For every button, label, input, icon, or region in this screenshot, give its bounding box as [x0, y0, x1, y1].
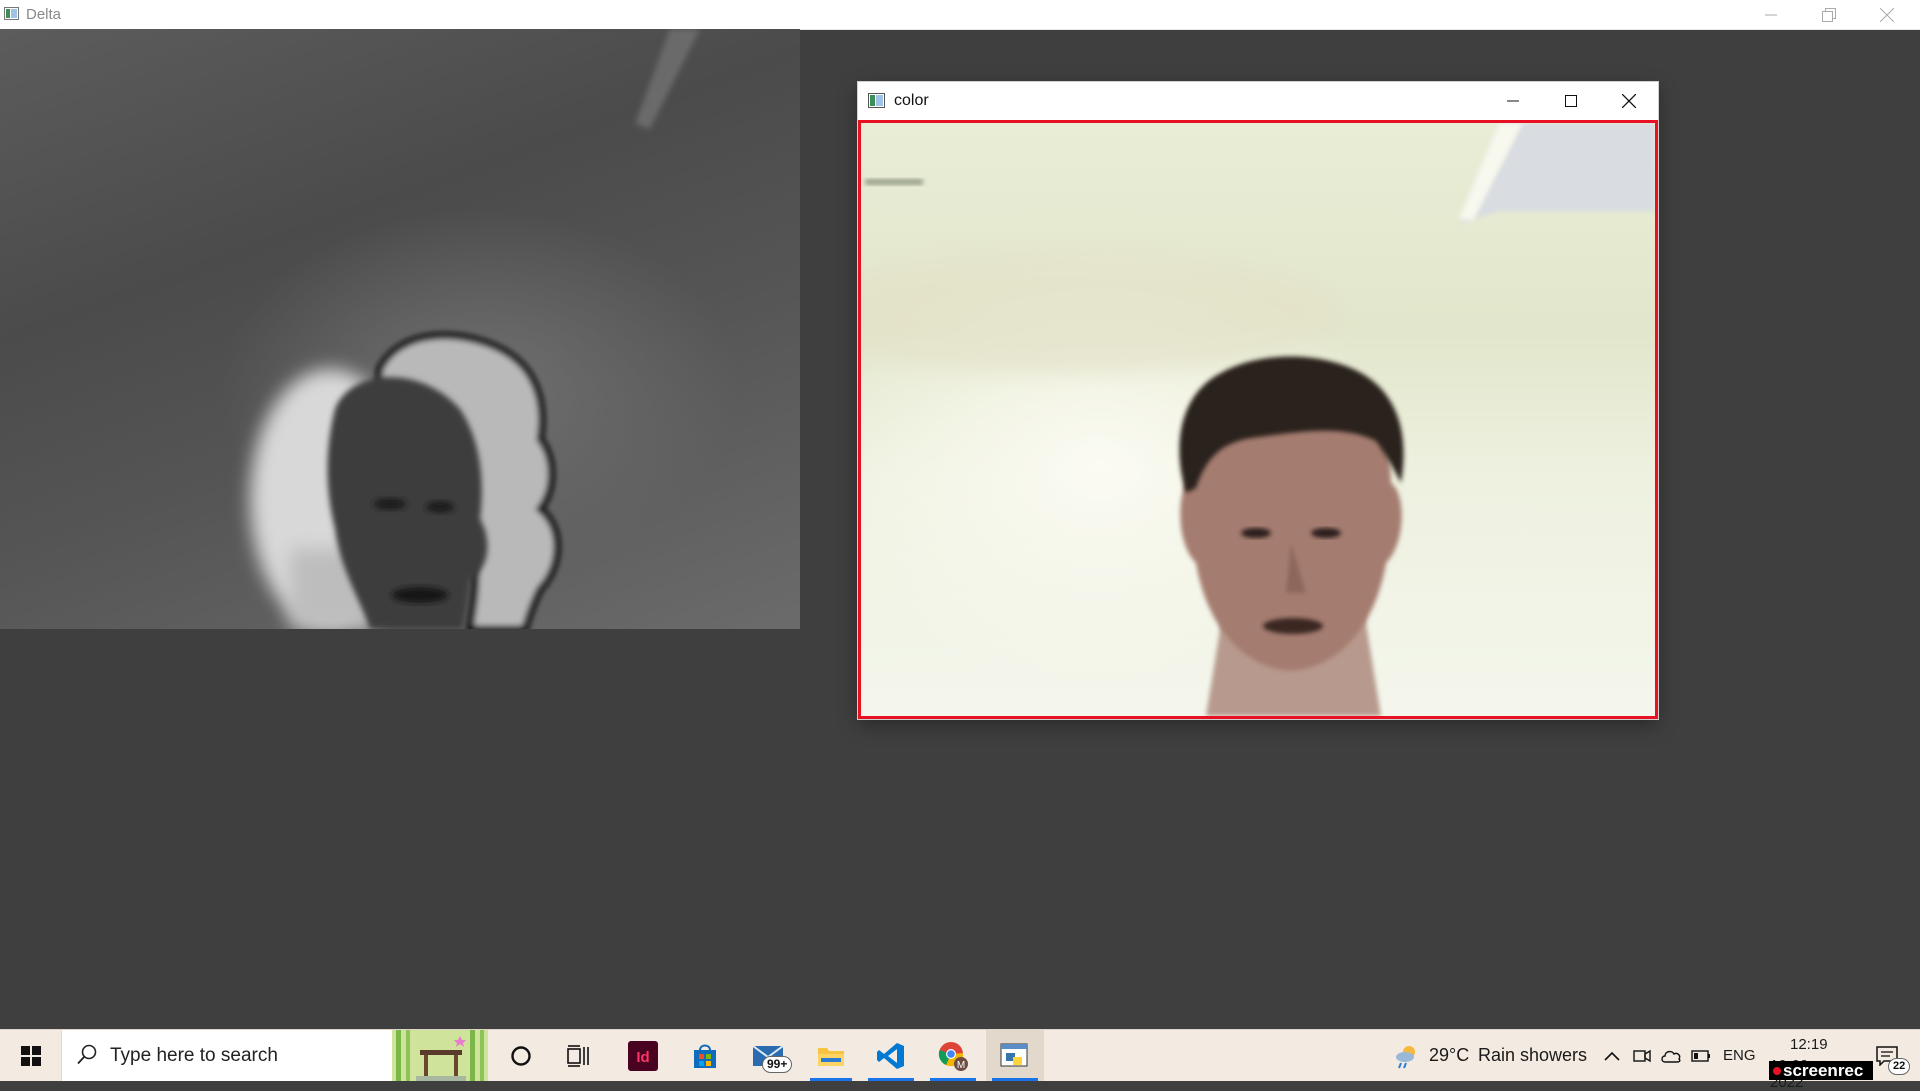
cloud-icon: [1661, 1050, 1681, 1063]
chrome-icon: M: [938, 1041, 968, 1071]
opencv-window-icon: [4, 7, 19, 20]
chevron-up-icon: [1604, 1051, 1620, 1061]
weather-button[interactable]: [1390, 1030, 1424, 1081]
vscode-app-button[interactable]: [862, 1030, 920, 1081]
svg-text:M: M: [957, 1060, 965, 1071]
chrome-app-button[interactable]: M: [924, 1030, 982, 1081]
indesign-app-button[interactable]: Id: [614, 1030, 672, 1081]
search-placeholder: Type here to search: [110, 1045, 278, 1066]
weather-temperature[interactable]: 29°C: [1429, 1045, 1469, 1066]
folder-icon: [818, 1047, 844, 1066]
taskbar-search-box[interactable]: Type here to search: [61, 1030, 488, 1081]
input-language[interactable]: ENG: [1723, 1047, 1756, 1064]
restore-icon: [1822, 7, 1836, 22]
color-camera-feed: [858, 120, 1658, 719]
vscode-icon: [877, 1042, 904, 1069]
screenrec-label: screenrec: [1783, 1061, 1864, 1080]
microsoft-store-button[interactable]: [676, 1030, 734, 1081]
task-view-icon: [567, 1044, 589, 1067]
record-dot-icon: [1773, 1067, 1781, 1075]
weather-rain-icon: [1396, 1045, 1415, 1068]
color-minimize-button[interactable]: [1484, 82, 1542, 120]
camera-icon: [1633, 1049, 1651, 1062]
python-window-icon: [1000, 1043, 1028, 1066]
task-view-button[interactable]: [552, 1030, 606, 1081]
delta-window-title: Delta: [26, 6, 62, 23]
cortana-button[interactable]: [494, 1030, 548, 1081]
minimize-icon: [1765, 14, 1777, 15]
start-button[interactable]: [0, 1030, 61, 1081]
delta-minimize-button[interactable]: [1742, 0, 1800, 29]
show-hidden-icons-button[interactable]: [1600, 1030, 1624, 1081]
onedrive-button[interactable]: [1658, 1030, 1684, 1081]
store-bag-icon: [694, 1044, 716, 1068]
mail-app-button[interactable]: 99+: [738, 1030, 800, 1081]
color-maximize-button[interactable]: [1542, 82, 1600, 120]
search-icon: [77, 1044, 97, 1065]
svg-text:Id: Id: [636, 1049, 649, 1066]
delta-camera-feed: [0, 29, 800, 629]
cortana-circle-icon: [511, 1045, 531, 1066]
weather-condition[interactable]: Rain showers: [1478, 1045, 1587, 1066]
delta-restore-button[interactable]: [1800, 0, 1858, 29]
delta-frame-image: [250, 29, 700, 629]
minimize-icon: [1507, 100, 1519, 102]
color-frame-image: [861, 123, 1655, 716]
taskbar: Type here to search Id 99+ M 29°C Rain s…: [0, 1029, 1920, 1091]
battery-icon: [1691, 1049, 1710, 1062]
delta-close-button[interactable]: [1858, 0, 1916, 29]
color-window[interactable]: color: [858, 82, 1658, 719]
python-app-button[interactable]: [986, 1030, 1044, 1081]
color-close-button[interactable]: [1600, 82, 1658, 120]
delta-window-titlebar[interactable]: Delta: [0, 0, 1920, 30]
maximize-icon: [1565, 95, 1577, 107]
meet-now-button[interactable]: [1630, 1030, 1654, 1081]
battery-button[interactable]: [1688, 1030, 1714, 1081]
mail-unread-badge: 99+: [762, 1056, 793, 1073]
file-explorer-button[interactable]: [804, 1030, 858, 1081]
color-window-titlebar[interactable]: color: [858, 82, 1658, 120]
windows-logo-icon: [20, 1045, 41, 1066]
color-window-title: color: [894, 92, 929, 109]
close-icon: [1880, 7, 1894, 22]
bamboo-gate-icon: [392, 1030, 488, 1081]
clock-time: 12:19: [1790, 1036, 1828, 1053]
search-highlight-image[interactable]: [392, 1030, 488, 1081]
opencv-window-icon: [868, 93, 885, 108]
screenrec-watermark: screenrec: [1769, 1061, 1873, 1080]
close-icon: [1622, 94, 1636, 108]
indesign-icon: Id: [628, 1040, 658, 1071]
notification-count-badge: 22: [1888, 1058, 1911, 1075]
